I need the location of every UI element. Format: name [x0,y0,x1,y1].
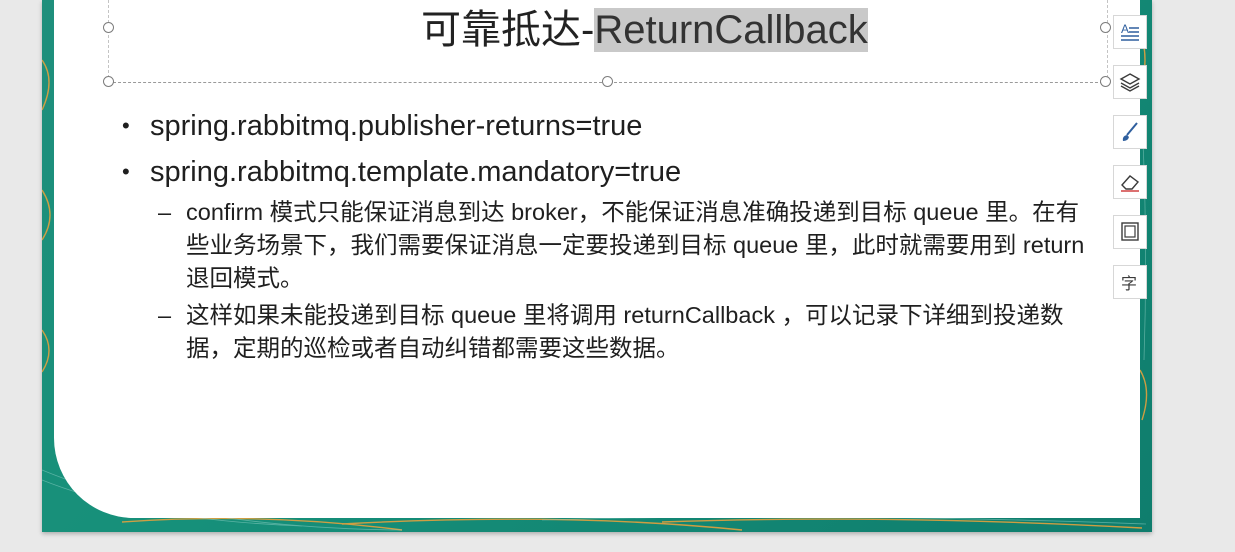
resize-handle-bottom-left[interactable] [103,76,114,87]
bullet-text: spring.rabbitmq.template.mandatory=true [150,156,682,188]
text-format-icon: A [1121,22,1139,41]
resize-handle-bottom-center[interactable] [602,76,613,87]
bullet-marker: • [122,113,130,138]
bullet-item: • spring.rabbitmq.publisher-returns=true [118,104,1098,148]
title-placeholder[interactable]: 可靠抵达-ReturnCallback [103,0,1111,87]
resize-handle-top-left[interactable] [103,22,114,33]
slide-content-panel: 可靠抵达-ReturnCallback • spring.rabbitmq.pu… [54,0,1140,518]
brush-icon [1122,122,1138,141]
text-format-glyph: A [1121,22,1129,36]
slide-canvas[interactable]: 可靠抵达-ReturnCallback • spring.rabbitmq.pu… [42,0,1152,532]
text-format-button[interactable]: A [1113,15,1147,49]
slide-title[interactable]: 可靠抵达-ReturnCallback [421,6,868,54]
frame-icon [1121,222,1139,241]
layers-icon [1119,73,1141,92]
bullet-item: • spring.rabbitmq.template.mandatory=tru… [118,150,1098,194]
resize-handle-bottom-right[interactable] [1100,76,1111,87]
sub-bullet-item: – 这样如果未能投递到目标 queue 里将调用 returnCallback … [118,299,1098,365]
brush-button[interactable] [1113,115,1147,149]
character-glyph: 字 [1121,274,1137,293]
frame-button[interactable] [1113,215,1147,249]
sub-bullet-item: – confirm 模式只能保证消息到达 broker，不能保证消息准确投递到目… [118,196,1098,295]
sub-bullet-text: 这样如果未能投递到目标 queue 里将调用 returnCallback ，可… [186,302,1064,361]
character-button[interactable]: 字 [1113,265,1147,299]
bullet-text: spring.rabbitmq.publisher-returns=true [150,110,643,142]
sub-bullet-text: confirm 模式只能保证消息到达 broker，不能保证消息准确投递到目标 … [186,199,1085,291]
title-selected-text[interactable]: ReturnCallback [594,8,868,52]
sub-bullet-marker: – [158,302,172,328]
sub-bullet-marker: – [158,199,172,225]
resize-handle-top-right[interactable] [1100,22,1111,33]
bullet-list[interactable]: • spring.rabbitmq.publisher-returns=true… [118,104,1098,369]
layers-button[interactable] [1113,65,1147,99]
title-prefix: 可靠抵达- [421,8,595,52]
bullet-marker: • [122,159,130,184]
character-icon: 字 [1121,274,1137,293]
eraser-icon [1121,175,1140,192]
eraser-button[interactable] [1113,165,1147,199]
